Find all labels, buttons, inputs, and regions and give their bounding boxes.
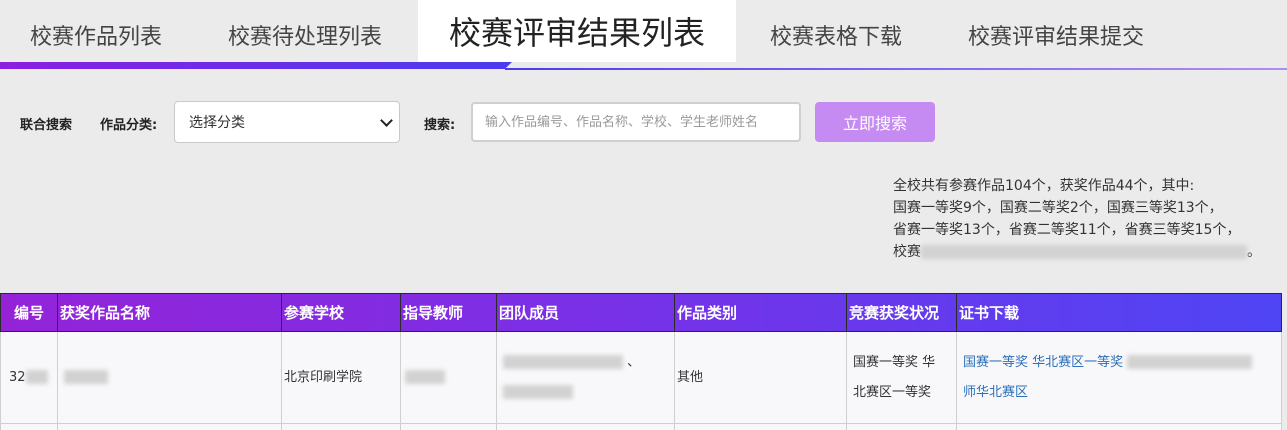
- redacted-text: [921, 245, 1247, 259]
- redacted-text: [64, 370, 108, 384]
- search-button[interactable]: 立即搜索: [815, 102, 935, 142]
- search-input[interactable]: [471, 102, 801, 142]
- chevron-down-icon: [380, 114, 393, 127]
- col-header-teacher: 指导教师: [400, 293, 497, 332]
- col-header-members: 团队成员: [496, 293, 675, 332]
- tab-underline: [0, 62, 1287, 70]
- col-header-award: 竞赛获奖状况: [846, 293, 957, 332]
- redacted-text: [1127, 355, 1253, 369]
- active-tab-indicator: [0, 62, 512, 69]
- cell-members: 、: [496, 331, 675, 424]
- cell-members-sep: 、: [627, 354, 641, 370]
- results-table: 编号 获奖作品名称 参赛学校 指导教师 团队成员 作品类别 竞赛获奖状况 证书下…: [0, 293, 1282, 430]
- col-header-certificate: 证书下载: [956, 293, 1282, 332]
- cell-empty: [956, 423, 1282, 430]
- cell-empty: [0, 423, 58, 430]
- cell-empty: [846, 423, 957, 430]
- tab-submit-results[interactable]: 校赛评审结果提交: [968, 0, 1144, 62]
- tab-pending-list[interactable]: 校赛待处理列表: [228, 0, 382, 62]
- cell-empty: [400, 423, 497, 430]
- combined-search-label: 联合搜索: [20, 118, 73, 133]
- table-header-row: 编号 获奖作品名称 参赛学校 指导教师 团队成员 作品类别 竞赛获奖状况 证书下…: [0, 293, 1282, 332]
- summary-line-1: 全校共有参赛作品104个，获奖作品44个，其中:: [893, 178, 1195, 194]
- cell-empty: [496, 423, 675, 430]
- col-header-school: 参赛学校: [281, 293, 401, 332]
- col-header-id: 编号: [0, 293, 58, 332]
- tab-form-download[interactable]: 校赛表格下载: [770, 0, 902, 62]
- redacted-text: [503, 385, 573, 399]
- cell-teacher: [400, 331, 497, 424]
- summary-line-4: 校赛 。: [893, 241, 1287, 263]
- tab-works-list[interactable]: 校赛作品列表: [30, 0, 162, 62]
- summary-line-2: 国赛一等奖9个，国赛二等奖2个，国赛三等奖13个，: [893, 200, 1223, 216]
- col-header-name: 获奖作品名称: [57, 293, 282, 332]
- redacted-text: [405, 370, 445, 384]
- cell-category: 其他: [674, 331, 847, 424]
- award-summary: 全校共有参赛作品104个，获奖作品44个，其中: 国赛一等奖9个，国赛二等奖2个…: [893, 175, 1287, 263]
- cell-id: 32: [0, 331, 58, 424]
- award-line-1: 国赛一等奖 华: [853, 354, 936, 370]
- cell-name: [57, 331, 282, 424]
- category-select-value: 选择分类: [189, 115, 245, 131]
- certificate-link[interactable]: 国赛一等奖 华北赛区一等奖: [963, 355, 1123, 370]
- category-label: 作品分类:: [100, 118, 158, 133]
- cell-empty: [674, 423, 847, 430]
- redacted-text: [25, 370, 48, 384]
- certificate-link-2[interactable]: 师华北赛区: [963, 385, 1028, 400]
- cell-empty: [281, 423, 401, 430]
- table-row: 32 北京印刷学院 、 其他 国赛一等奖 华 北赛区一等奖 国赛一等奖 华北赛区…: [0, 331, 1282, 424]
- tab-bar: 校赛作品列表 校赛待处理列表 校赛评审结果列表 校赛表格下载 校赛评审结果提交: [0, 0, 1287, 62]
- cell-school: 北京印刷学院: [281, 331, 401, 424]
- summary-line-4-text: 校赛: [893, 244, 921, 260]
- cell-certificate: 国赛一等奖 华北赛区一等奖 师华北赛区: [956, 331, 1282, 424]
- keyword-label: 搜索:: [424, 118, 456, 133]
- award-line-2: 北赛区一等奖: [853, 384, 932, 400]
- col-header-category: 作品类别: [674, 293, 847, 332]
- category-select[interactable]: 选择分类: [174, 101, 400, 143]
- redacted-text: [503, 355, 623, 369]
- cell-id-text: 32: [9, 369, 26, 385]
- cell-award: 国赛一等奖 华 北赛区一等奖: [846, 331, 957, 424]
- cell-empty: [57, 423, 282, 430]
- table-row: [0, 423, 1282, 430]
- tab-review-results[interactable]: 校赛评审结果列表: [418, 0, 736, 62]
- tab-divider-line: [505, 68, 1287, 70]
- summary-line-3: 省赛一等奖13个，省赛二等奖11个，省赛三等奖15个，: [893, 222, 1241, 238]
- summary-line-4-tail: 。: [1247, 244, 1261, 260]
